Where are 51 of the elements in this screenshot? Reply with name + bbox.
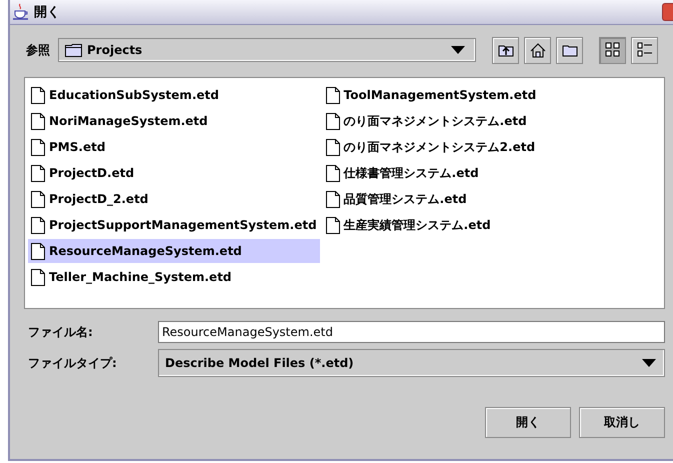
file-item[interactable]: のり面マネジメントシステム2.etd <box>322 135 540 159</box>
file-icon <box>326 190 340 208</box>
folder-up-icon <box>498 43 514 57</box>
file-icon <box>326 112 340 130</box>
coffee-cup-icon <box>12 3 30 21</box>
file-item[interactable]: ProjectD.etd <box>28 161 320 185</box>
file-name-label: ファイル名: <box>28 324 94 340</box>
file-type-label: ファイルタイプ: <box>28 354 118 372</box>
view-toggle-button[interactable] <box>599 36 626 64</box>
window-title: 開く <box>34 4 61 21</box>
file-icon <box>31 164 45 182</box>
file-item[interactable]: EducationSubSystem.etd <box>28 83 320 107</box>
file-item[interactable]: 生産実績管理システム.etd <box>322 213 540 237</box>
file-item[interactable]: ProjectSupportManagementSystem.etd <box>28 213 320 237</box>
dropdown-arrow-icon <box>642 359 656 367</box>
list-view-icon <box>604 42 620 58</box>
look-in-dropdown[interactable]: Projects <box>58 38 476 62</box>
file-icon <box>326 164 340 182</box>
details-view-icon <box>636 42 652 58</box>
home-icon <box>530 42 546 58</box>
file-icon <box>326 216 340 234</box>
file-icon <box>31 190 45 208</box>
file-icon <box>31 86 45 104</box>
toolbar-button[interactable] <box>556 36 583 64</box>
toolbar-button[interactable] <box>492 36 519 64</box>
file-icon <box>31 112 45 130</box>
file-icon <box>31 138 45 156</box>
file-item[interactable]: 仕様書管理システム.etd <box>322 161 540 185</box>
dropdown-arrow-icon <box>451 46 465 54</box>
file-icon <box>326 138 340 156</box>
file-icon <box>31 268 45 286</box>
file-item[interactable]: のり面マネジメントシステム.etd <box>322 109 540 133</box>
file-item[interactable]: ProjectD_2.etd <box>28 187 320 211</box>
file-item[interactable]: Teller_Machine_System.etd <box>28 265 320 289</box>
file-icon <box>31 216 45 234</box>
folder-icon <box>562 44 578 56</box>
file-item[interactable]: ResourceManageSystem.etd <box>28 239 320 263</box>
folder-icon <box>65 43 83 57</box>
look-in-label: 参照 <box>26 42 50 58</box>
file-item[interactable]: NoriManageSystem.etd <box>28 109 320 133</box>
dialog-button[interactable]: 取消し <box>579 407 665 438</box>
view-toggle-button[interactable] <box>631 36 658 64</box>
file-type-dropdown[interactable]: Describe Model Files (*.etd) <box>158 349 665 377</box>
file-item[interactable]: ToolManagementSystem.etd <box>322 83 540 107</box>
file-item[interactable]: 品質管理システム.etd <box>322 187 540 211</box>
toolbar-button[interactable] <box>524 36 551 64</box>
file-icon <box>31 242 45 260</box>
file-name-field[interactable]: ResourceManageSystem.etd <box>158 321 665 343</box>
file-item[interactable]: PMS.etd <box>28 135 320 159</box>
dialog-button[interactable]: 開く <box>485 407 571 438</box>
file-icon <box>326 86 340 104</box>
